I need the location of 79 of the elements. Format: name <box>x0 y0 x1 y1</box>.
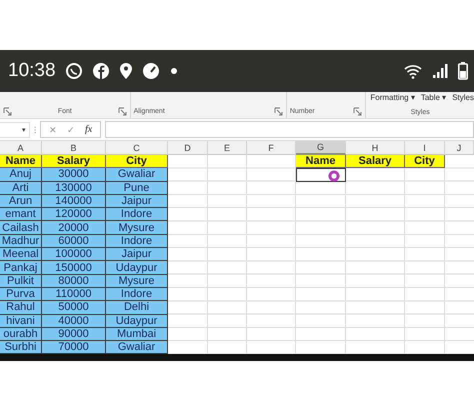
table-cell: 80000 <box>42 274 106 288</box>
touch-point-icon <box>328 170 340 182</box>
table-cell: 120000 <box>42 208 106 222</box>
table-cell: Arti <box>0 182 42 195</box>
table-cell: Surbhi <box>0 341 42 354</box>
table-cell: emant <box>0 208 42 222</box>
header-cell: City <box>405 155 445 168</box>
dot-icon <box>170 68 177 74</box>
column-header[interactable]: E <box>208 141 247 155</box>
dialog-launcher-icon <box>274 107 283 116</box>
separator-icon: ⁝ <box>34 123 36 136</box>
table-cell: 100000 <box>42 248 106 262</box>
facebook-icon <box>92 62 110 80</box>
chat-bubble-icon <box>64 62 83 80</box>
header-cell: Name <box>0 155 42 168</box>
table-cell: Jaipur <box>106 248 168 262</box>
table-cell: Udaypur <box>106 261 168 275</box>
table-cell: Mysure <box>106 274 168 288</box>
battery-icon <box>458 62 468 80</box>
table-cell: Mumbai <box>106 328 168 342</box>
table-cell: Indore <box>106 208 168 222</box>
dialog-launcher-icon <box>3 107 12 116</box>
insert-function-button[interactable]: fx <box>85 124 92 135</box>
clock-time: 10:38 <box>8 60 56 82</box>
column-header[interactable]: A <box>0 141 42 155</box>
table-cell: 50000 <box>42 301 106 315</box>
active-cell[interactable] <box>296 168 346 182</box>
column-header[interactable]: B <box>42 141 106 155</box>
table-cell: Madhur <box>0 234 42 248</box>
table-cell: Anuj <box>0 168 42 182</box>
table-cell: 60000 <box>42 234 106 248</box>
column-header[interactable]: I <box>405 141 445 155</box>
signal-icon <box>432 63 448 79</box>
table-cell: Rahul <box>0 301 42 315</box>
gauge-icon <box>142 62 160 80</box>
column-header[interactable]: J <box>445 141 474 155</box>
table-cell: Arun <box>0 194 42 208</box>
table-cell: Delhi <box>106 301 168 315</box>
table-cell: Indore <box>106 234 168 248</box>
table-cell: Udaypur <box>106 314 168 328</box>
header-cell: City <box>106 155 168 168</box>
table-cell: 110000 <box>42 288 106 302</box>
map-pin-icon <box>118 62 133 80</box>
table-cell: Indore <box>106 288 168 302</box>
column-header[interactable]: D <box>168 141 208 155</box>
table-cell: Jaipur <box>106 194 168 208</box>
dialog-launcher-icon <box>353 107 362 116</box>
column-header[interactable]: H <box>346 141 405 155</box>
table-cell: 130000 <box>42 182 106 195</box>
table-cell: 20000 <box>42 221 106 235</box>
header-cell: Name <box>296 155 346 168</box>
header-cell: Salary <box>346 155 405 168</box>
table-cell: Purva <box>0 288 42 302</box>
table-cell: 70000 <box>42 341 106 354</box>
table-cell: 150000 <box>42 261 106 275</box>
table-cell: Meenal <box>0 248 42 262</box>
table-cell: 30000 <box>42 168 106 182</box>
ribbon-command[interactable]: Formatting ▾ <box>370 93 415 102</box>
column-header[interactable]: F <box>247 141 296 155</box>
table-cell: Mysure <box>106 221 168 235</box>
header-cell: Salary <box>42 155 106 168</box>
table-cell: Gwaliar <box>106 168 168 182</box>
table-cell: 140000 <box>42 194 106 208</box>
ribbon-command[interactable]: Table ▾ <box>420 93 446 102</box>
table-cell: hivani <box>0 314 42 328</box>
table-cell: Pulkit <box>0 274 42 288</box>
table-cell: 40000 <box>42 314 106 328</box>
wifi-icon <box>404 63 422 79</box>
table-cell: ourabh <box>0 328 42 342</box>
table-cell: Cailash <box>0 221 42 235</box>
table-cell: 90000 <box>42 328 106 342</box>
column-header[interactable]: G <box>296 141 346 155</box>
table-cell: Pankaj <box>0 261 42 275</box>
dialog-launcher-icon <box>118 107 127 116</box>
ribbon-command[interactable]: Styles <box>452 93 474 102</box>
table-cell: Gwaliar <box>106 341 168 354</box>
table-cell: Pune <box>106 182 168 195</box>
column-header[interactable]: C <box>106 141 168 155</box>
formula-input[interactable] <box>105 121 474 138</box>
